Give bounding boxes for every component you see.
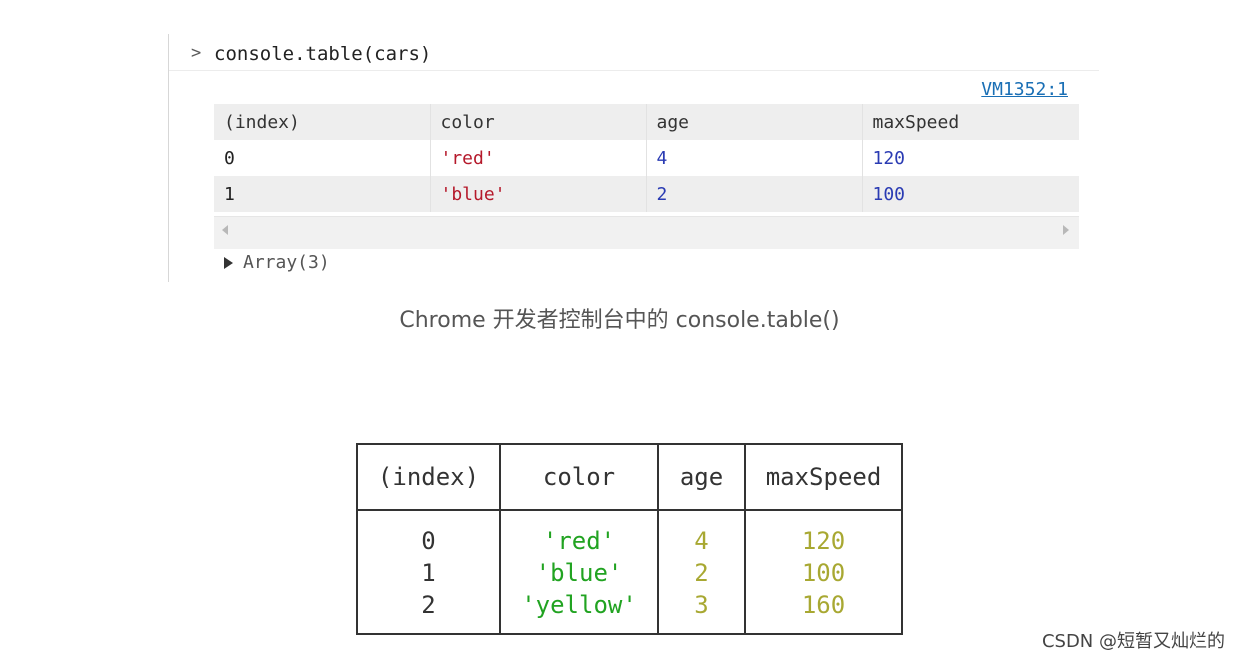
cell-color: 'red' — [430, 140, 647, 176]
figure-caption: Chrome 开发者控制台中的 console.table() — [399, 308, 840, 333]
column-header-age[interactable]: age — [646, 104, 863, 140]
terminal-column-color: 'red' 'blue' 'yellow' — [500, 510, 659, 634]
terminal-column-age: 4 2 3 — [658, 510, 746, 634]
expand-triangle-icon[interactable] — [224, 256, 233, 269]
cell-color: 'blue' — [430, 176, 647, 212]
terminal-header-color: color — [500, 444, 659, 511]
column-header-color[interactable]: color — [430, 104, 647, 140]
cell-index: 1 — [214, 176, 431, 212]
terminal-cell-age: 4 — [694, 527, 709, 555]
scroll-right-arrow-icon[interactable] — [1063, 225, 1069, 235]
cell-age: 4 — [646, 140, 863, 176]
terminal-cell-index: 1 — [421, 559, 436, 587]
column-header-index[interactable]: (index) — [214, 104, 431, 140]
array-expander[interactable]: Array(3) — [224, 252, 330, 273]
terminal-cell-color: 'red' — [542, 527, 616, 555]
console-table-header-row: (index) color age maxSpeed — [214, 104, 1079, 140]
cell-maxspeed: 120 — [862, 140, 1079, 176]
terminal-table: (index) color age maxSpeed 0 1 2 'red' '… — [356, 443, 903, 635]
terminal-cell-index: 0 — [421, 527, 436, 555]
scroll-left-arrow-icon[interactable] — [222, 225, 228, 235]
terminal-cell-index: 2 — [421, 591, 436, 619]
array-label: Array(3) — [243, 252, 330, 273]
terminal-cell-maxspeed: 160 — [801, 591, 846, 619]
terminal-column-index: 0 1 2 — [357, 510, 501, 634]
cell-index: 0 — [214, 140, 431, 176]
console-table: (index) color age maxSpeed 0 'red' 4 120… — [214, 104, 1079, 212]
terminal-table-header-row: (index) color age maxSpeed — [357, 444, 902, 511]
watermark: CSDN @短暂又灿烂的 — [1041, 631, 1225, 652]
source-link[interactable]: VM1352:1 — [981, 79, 1068, 100]
console-command[interactable]: console.table(cars) — [214, 43, 431, 65]
prompt-chevron-icon: > — [191, 43, 202, 63]
horizontal-scrollbar[interactable] — [214, 216, 1079, 249]
terminal-cell-age: 3 — [694, 591, 709, 619]
table-row: 0 'red' 4 120 — [214, 140, 1079, 176]
terminal-cell-color: 'blue' — [535, 559, 623, 587]
terminal-cell-maxspeed: 120 — [801, 527, 846, 555]
terminal-cell-color: 'yellow' — [521, 591, 637, 619]
terminal-header-index: (index) — [357, 444, 501, 511]
terminal-column-maxspeed: 120 100 160 — [745, 510, 902, 634]
cell-age: 2 — [646, 176, 863, 212]
terminal-cell-maxspeed: 100 — [801, 559, 846, 587]
column-header-maxspeed[interactable]: maxSpeed — [862, 104, 1079, 140]
terminal-header-maxspeed: maxSpeed — [745, 444, 902, 511]
terminal-header-age: age — [658, 444, 746, 511]
terminal-cell-age: 2 — [694, 559, 709, 587]
terminal-table-body: 0 1 2 'red' 'blue' 'yellow' 4 2 3 120 10… — [357, 510, 902, 634]
table-row: 1 'blue' 2 100 — [214, 176, 1079, 212]
devtools-console: > console.table(cars) VM1352:1 (index) c… — [168, 34, 1099, 282]
cell-maxspeed: 100 — [862, 176, 1079, 212]
console-input-line[interactable]: > console.table(cars) — [169, 34, 1099, 71]
